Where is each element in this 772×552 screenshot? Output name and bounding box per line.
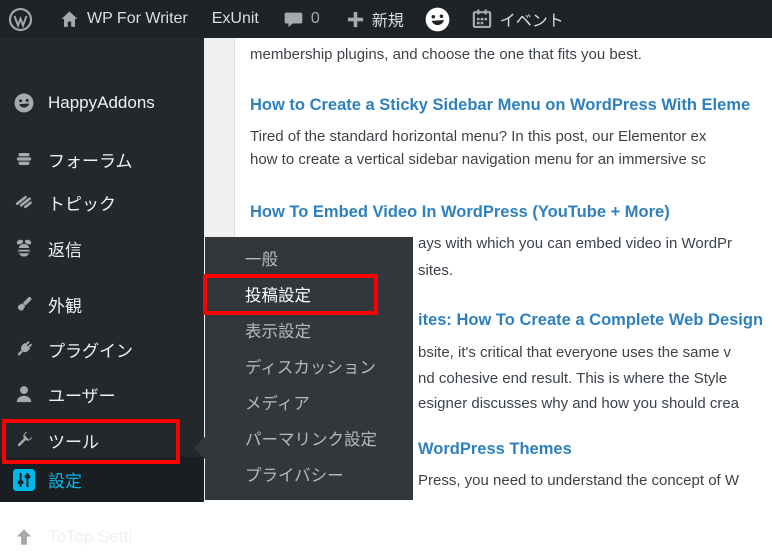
sidebar-item-label: 設定 (48, 472, 82, 491)
settings-submenu: 一般 投稿設定 表示設定 ディスカッション メディア パーマリンク設定 プライバ… (205, 237, 413, 500)
sidebar-item-label: フォーラム (48, 151, 133, 171)
site-name-menu[interactable]: WP For Writer (59, 9, 188, 30)
happyaddons-bar-menu[interactable] (424, 5, 451, 33)
post-title-link[interactable]: WordPress Themes (418, 440, 572, 459)
comment-bubble-icon (283, 9, 304, 30)
flyout-pointer (194, 437, 205, 459)
comments-menu[interactable]: 0 (283, 9, 320, 30)
exunit-label: ExUnit (211, 10, 259, 27)
wrench-icon (13, 429, 35, 451)
sidebar-item-appearance[interactable]: 外観 (0, 289, 204, 319)
sidebar-item-label: 外観 (48, 296, 82, 316)
submenu-item-writing[interactable]: 投稿設定 (205, 278, 413, 314)
sidebar-item-topics[interactable]: トピック (0, 187, 204, 217)
submenu-item-privacy[interactable]: プライバシー (205, 458, 413, 494)
sidebar-item-label: ユーザー (48, 386, 116, 406)
wordpress-logo-icon (8, 7, 33, 32)
submenu-item-reading[interactable]: 表示設定 (205, 314, 413, 350)
sidebar-item-label: プラグイン (48, 341, 133, 361)
post-title-link[interactable]: How to Create a Sticky Sidebar Menu on W… (250, 96, 750, 115)
post-excerpt-line: how to create a vertical sidebar navigat… (250, 151, 707, 168)
sidebar-item-forums[interactable]: フォーラム (0, 144, 204, 174)
paintbrush-icon (13, 293, 35, 315)
plus-icon (346, 10, 365, 29)
submenu-item-media[interactable]: メディア (205, 386, 413, 422)
sidebar-item-label: ツール (48, 432, 99, 452)
sidebar-item-plugins[interactable]: プラグイン (0, 334, 204, 364)
events-menu[interactable]: イベント (471, 7, 564, 31)
topic-icon (13, 191, 35, 213)
post-title-link[interactable]: ites: How To Create a Complete Web Desig… (418, 311, 763, 330)
sidebar-item-happyaddons[interactable]: HappyAddons (0, 88, 204, 118)
sidebar-item-totop[interactable]: ToTop Setti (0, 522, 204, 552)
settings-icon (13, 468, 35, 491)
arrow-up-icon (13, 526, 35, 548)
happyaddons-smiley-icon (424, 5, 451, 33)
sidebar-item-label: 返信 (48, 240, 82, 260)
submenu-item-general[interactable]: 一般 (205, 242, 413, 278)
new-label: 新規 (371, 13, 404, 30)
site-name-label: WP For Writer (87, 10, 188, 27)
events-label: イベント (499, 13, 564, 30)
submenu-item-permalinks[interactable]: パーマリンク設定 (205, 422, 413, 458)
wordpress-logo[interactable] (8, 7, 33, 32)
sidebar-item-replies[interactable]: 返信 (0, 233, 204, 263)
admin-bar: WP For Writer ExUnit 0 新規 イベント (0, 0, 772, 38)
exunit-menu[interactable]: ExUnit (212, 10, 259, 28)
forum-icon (13, 148, 35, 170)
sidebar-item-settings[interactable]: 設定 (0, 457, 204, 502)
happyaddons-icon (13, 92, 35, 114)
user-icon (13, 383, 35, 405)
new-content-menu[interactable]: 新規 (346, 7, 404, 31)
post-excerpt-line: esigner discusses why and how you should… (418, 395, 740, 412)
sidebar-item-users[interactable]: ユーザー (0, 379, 204, 409)
sidebar-item-label: ToTop Setti (48, 527, 133, 546)
post-excerpt-line: membership plugins, and choose the one t… (250, 46, 642, 63)
sidebar-item-label: トピック (48, 194, 116, 214)
post-excerpt-line: bsite, it's critical that everyone uses … (418, 344, 732, 361)
comment-count: 0 (310, 10, 320, 27)
admin-sidebar: HappyAddons フォーラム トピック 返信 外観 プラグイン ユーザー … (0, 38, 204, 546)
post-excerpt-line: nd cohesive end result. This is where th… (418, 370, 728, 387)
plugin-icon (13, 338, 35, 360)
post-excerpt-line: ays with which you can embed video in Wo… (418, 235, 733, 252)
post-excerpt-line: Press, you need to understand the concep… (418, 472, 740, 489)
post-excerpt-line: sites. (418, 262, 454, 279)
calendar-icon (471, 8, 493, 30)
home-icon (59, 9, 80, 30)
reply-bee-icon (13, 237, 35, 259)
sidebar-item-tools[interactable]: ツール (0, 425, 204, 455)
post-excerpt-line: Tired of the standard horizontal menu? I… (250, 128, 707, 145)
submenu-item-discussion[interactable]: ディスカッション (205, 350, 413, 386)
post-title-link[interactable]: How To Embed Video In WordPress (YouTube… (250, 203, 670, 222)
sidebar-item-label: HappyAddons (48, 93, 155, 112)
